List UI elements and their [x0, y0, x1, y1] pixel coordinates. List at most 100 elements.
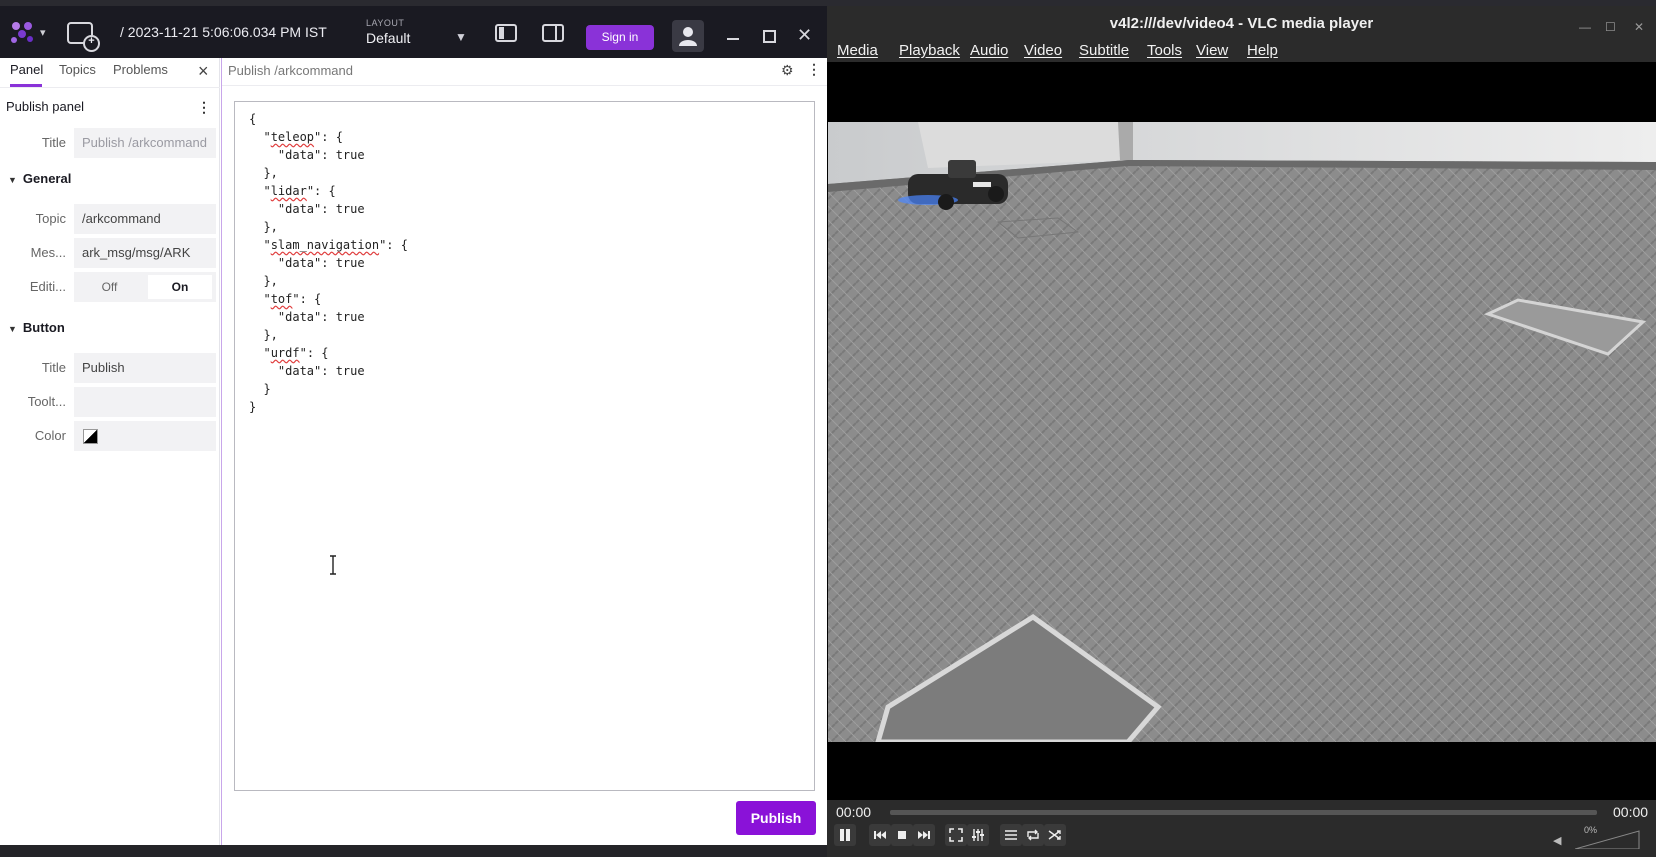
shuffle-icon	[1048, 830, 1061, 840]
extended-settings-button[interactable]	[967, 824, 989, 846]
sidebar-tabs: Panel Topics Problems ×	[0, 58, 220, 88]
panel-settings-header: Publish panel ⋮	[0, 94, 220, 122]
code-key: lidar	[270, 184, 307, 198]
menu-tools[interactable]: Tools	[1147, 42, 1182, 59]
title-label: Title	[41, 135, 66, 150]
right-sidebar-toggle-icon[interactable]	[542, 24, 564, 42]
user-account-button[interactable]	[672, 20, 704, 52]
foxglove-logo-icon[interactable]	[8, 18, 38, 48]
menu-playback[interactable]: Playback	[899, 42, 960, 59]
close-icon[interactable]: ✕	[797, 26, 812, 44]
code-line[interactable]: "lidar": {	[249, 182, 408, 200]
editing-mode-toggle: Off On	[74, 272, 216, 302]
code-line[interactable]: }	[249, 380, 408, 398]
panel-settings-title: Publish panel	[6, 99, 85, 114]
minimize-icon[interactable]: —	[1579, 20, 1591, 34]
caret-down-icon: ▼	[8, 175, 17, 185]
menu-view[interactable]: View	[1196, 42, 1228, 59]
maximize-icon[interactable]	[763, 30, 776, 43]
video-frame[interactable]	[828, 122, 1656, 742]
close-icon[interactable]: ✕	[1634, 20, 1644, 34]
code-key: tof	[270, 292, 293, 306]
vlc-titlebar[interactable]: v4l2:///dev/video4 - VLC media player — …	[827, 6, 1656, 38]
pause-icon	[840, 829, 850, 841]
code-line[interactable]: },	[249, 326, 408, 344]
add-panel-icon[interactable]	[67, 22, 100, 52]
code-line[interactable]: }	[249, 398, 408, 416]
next-button[interactable]	[913, 824, 935, 846]
chevron-down-icon[interactable]: ▾	[40, 26, 46, 39]
minimize-icon[interactable]	[727, 23, 741, 43]
code-line[interactable]: },	[249, 164, 408, 182]
code-line[interactable]: "data": true	[249, 200, 408, 218]
more-options-icon[interactable]: ⋮	[807, 61, 821, 78]
vlc-controls: 00:00 00:00 ◀ 0%	[827, 800, 1656, 857]
layout-selector[interactable]: Default	[366, 30, 410, 46]
speaker-icon[interactable]: ◀	[1553, 834, 1561, 847]
publish-button[interactable]: Publish	[736, 801, 816, 835]
stop-button[interactable]	[891, 824, 913, 846]
pause-button[interactable]	[834, 824, 856, 846]
topic-input[interactable]: /arkcommand	[74, 204, 216, 234]
shuffle-button[interactable]	[1044, 824, 1066, 846]
left-sidebar-toggle-icon[interactable]	[495, 24, 517, 42]
general-section-header[interactable]: ▼ General	[8, 171, 71, 186]
code-line[interactable]: "tof": {	[249, 290, 408, 308]
button-section-header[interactable]: ▼ Button	[8, 320, 65, 335]
button-title-label: Title	[41, 360, 66, 375]
code-line[interactable]: "data": true	[249, 254, 408, 272]
menu-video[interactable]: Video	[1024, 42, 1062, 59]
panel-settings-sidebar: Panel Topics Problems × Publish panel ⋮ …	[0, 58, 220, 845]
code-line[interactable]: "urdf": {	[249, 344, 408, 362]
code-line[interactable]: "data": true	[249, 146, 408, 164]
vlc-window-title: v4l2:///dev/video4 - VLC media player	[1109, 15, 1374, 32]
menu-subtitle[interactable]: Subtitle	[1079, 42, 1129, 59]
tab-problems[interactable]: Problems	[113, 62, 168, 77]
seek-slider[interactable]	[890, 810, 1597, 815]
more-options-icon[interactable]: ⋮	[197, 99, 211, 116]
layout-label: LAYOUT	[366, 18, 405, 28]
tab-panel[interactable]: Panel	[10, 62, 43, 77]
code-line[interactable]: "data": true	[249, 308, 408, 326]
panel-title-input[interactable]: Publish /arkcommand	[74, 128, 216, 158]
loop-button[interactable]	[1022, 824, 1044, 846]
menu-help[interactable]: Help	[1247, 42, 1278, 59]
previous-button[interactable]	[869, 824, 891, 846]
gear-icon[interactable]: ⚙	[781, 62, 794, 79]
fullscreen-button[interactable]	[945, 824, 967, 846]
close-icon[interactable]: ×	[198, 61, 209, 82]
code-line[interactable]: },	[249, 272, 408, 290]
color-input[interactable]	[74, 421, 216, 451]
tooltip-label: Toolt...	[27, 394, 66, 409]
code-line[interactable]: {	[249, 110, 408, 128]
playlist-button[interactable]	[1000, 824, 1022, 846]
maximize-icon[interactable]: ☐	[1605, 20, 1616, 34]
code-line[interactable]: },	[249, 218, 408, 236]
equalizer-icon	[972, 829, 984, 841]
caret-down-icon: ▼	[8, 324, 17, 334]
elapsed-time: 00:00	[836, 804, 872, 820]
chevron-down-icon[interactable]: ▼	[455, 30, 467, 44]
tooltip-input[interactable]	[74, 387, 216, 417]
editing-on-option[interactable]: On	[148, 275, 212, 299]
color-swatch[interactable]	[83, 429, 98, 444]
desktop: ▾ / 2023-11-21 5:06:06.034 PM IST LAYOUT…	[0, 0, 1656, 857]
menu-audio[interactable]: Audio	[970, 42, 1008, 59]
bottom-bar	[0, 845, 827, 857]
message-editor[interactable]: { "teleop": { "data": true }, "lidar": {…	[234, 101, 815, 791]
menu-media[interactable]: Media	[837, 42, 878, 59]
vlc-menubar: Media Playback Audio Video Subtitle Tool…	[827, 38, 1656, 62]
playlist-icon	[1005, 830, 1017, 840]
editing-off-option[interactable]: Off	[74, 272, 145, 302]
code-line[interactable]: "slam_navigation": {	[249, 236, 408, 254]
tab-topics[interactable]: Topics	[59, 62, 96, 77]
message-json-code[interactable]: { "teleop": { "data": true }, "lidar": {…	[249, 110, 408, 416]
code-line[interactable]: "teleop": {	[249, 128, 408, 146]
message-schema-input[interactable]: ark_msg/msg/ARK	[74, 238, 216, 268]
code-line[interactable]: "data": true	[249, 362, 408, 380]
stop-icon	[898, 831, 906, 839]
publish-panel-header: Publish /arkcommand ⚙ ⋮	[222, 58, 828, 86]
sign-in-button[interactable]: Sign in	[586, 25, 654, 50]
button-title-input[interactable]: Publish	[74, 353, 216, 383]
color-label: Color	[34, 428, 66, 443]
